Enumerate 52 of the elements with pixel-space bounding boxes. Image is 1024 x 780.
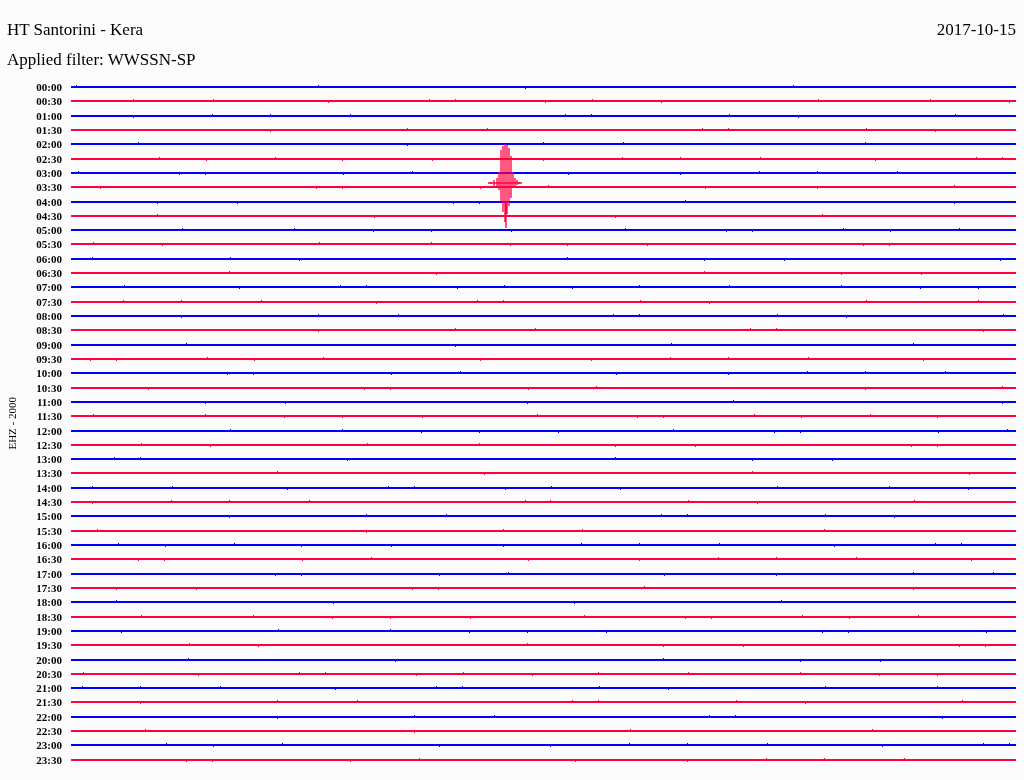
time-label: 13:30 — [36, 466, 62, 481]
time-label: 10:30 — [36, 380, 62, 395]
time-label: 00:30 — [36, 94, 62, 109]
time-label: 01:00 — [36, 108, 62, 123]
time-label: 15:30 — [36, 523, 62, 538]
time-label: 09:00 — [36, 337, 62, 352]
date-label: 2017-10-15 — [936, 20, 1016, 40]
time-label: 06:30 — [36, 266, 62, 281]
station-title: HT Santorini - Kera — [7, 20, 144, 40]
time-label: 15:00 — [36, 509, 62, 524]
time-label: 17:30 — [36, 580, 62, 596]
time-label: 16:00 — [36, 538, 62, 553]
time-label: 04:00 — [36, 194, 62, 209]
time-label: 03:30 — [36, 180, 62, 195]
time-label: 18:30 — [36, 609, 62, 624]
time-label: 21:00 — [36, 681, 62, 696]
time-label: 21:30 — [36, 695, 62, 710]
time-label: 08:00 — [36, 309, 62, 324]
time-label: 18:00 — [36, 595, 62, 610]
time-label: 11:00 — [36, 394, 62, 410]
time-label: 03:00 — [36, 165, 62, 181]
time-label: 01:30 — [36, 122, 62, 138]
time-label: 17:00 — [36, 566, 62, 581]
time-label: 02:00 — [36, 137, 62, 152]
time-label: 14:30 — [36, 495, 62, 510]
time-label: 05:00 — [36, 223, 62, 238]
time-label: 10:00 — [36, 366, 62, 381]
time-label: 12:30 — [36, 437, 62, 453]
time-label: 07:30 — [36, 294, 62, 309]
time-label: 04:30 — [36, 208, 62, 224]
time-label: 07:00 — [36, 280, 62, 295]
channel-label: EHZ - 2000 — [6, 397, 18, 450]
time-label: 05:30 — [36, 237, 62, 252]
time-label: 23:00 — [36, 738, 62, 753]
time-label: 12:00 — [36, 423, 62, 438]
time-label: 13:00 — [36, 452, 62, 467]
time-label: 19:30 — [36, 638, 62, 653]
time-label: 16:30 — [36, 552, 62, 567]
time-label: 11:30 — [36, 409, 62, 424]
time-label: 02:30 — [36, 151, 62, 166]
time-label: 20:00 — [36, 652, 62, 667]
time-label: 22:00 — [36, 709, 62, 725]
time-label: 23:30 — [36, 752, 62, 767]
time-label: 20:30 — [36, 666, 62, 682]
time-label: 06:00 — [36, 251, 62, 267]
time-label: 00:00 — [36, 80, 62, 95]
time-label: 09:30 — [36, 351, 62, 367]
time-label: 22:30 — [36, 724, 62, 739]
time-label: 08:30 — [36, 323, 62, 338]
time-label: 14:00 — [36, 480, 62, 496]
filter-label: Applied filter: WWSSN-SP — [7, 50, 196, 70]
time-label: 19:00 — [36, 623, 62, 639]
